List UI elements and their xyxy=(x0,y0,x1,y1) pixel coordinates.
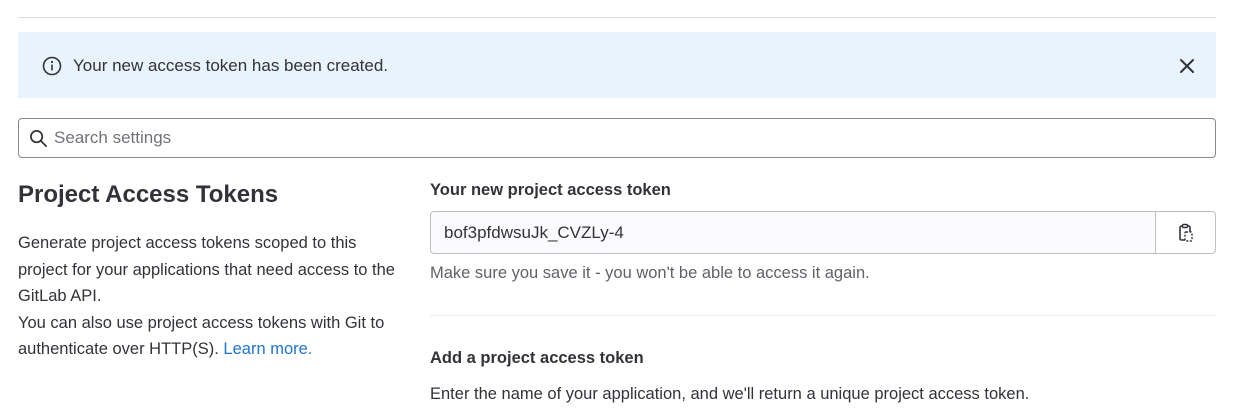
info-icon xyxy=(42,56,62,76)
settings-page: Your new access token has been created. … xyxy=(0,0,1251,409)
description-paragraph: Generate project access tokens scoped to… xyxy=(18,234,395,305)
close-icon[interactable] xyxy=(1178,57,1196,75)
page-title: Project Access Tokens xyxy=(18,181,279,208)
add-token-description: Enter the name of your application, and … xyxy=(430,385,1030,403)
search-icon xyxy=(30,130,47,147)
description-git-text: You can also use project access tokens w… xyxy=(18,313,385,359)
learn-more-link[interactable]: Learn more. xyxy=(223,340,312,358)
section-description: Generate project access tokens scoped to… xyxy=(18,230,398,363)
description-paragraph-git: You can also use project access tokens w… xyxy=(18,310,398,363)
success-alert: Your new access token has been created. xyxy=(18,32,1216,98)
top-divider xyxy=(18,17,1216,18)
clipboard-icon xyxy=(1178,223,1193,242)
search-input[interactable] xyxy=(54,119,1204,157)
section-divider xyxy=(430,315,1216,316)
token-field-group xyxy=(430,211,1216,254)
token-help-text: Make sure you save it - you won't be abl… xyxy=(430,264,870,282)
new-token-label: Your new project access token xyxy=(430,181,671,199)
token-input[interactable] xyxy=(430,211,1156,254)
copy-token-button[interactable] xyxy=(1156,211,1216,254)
add-token-title: Add a project access token xyxy=(430,349,644,367)
search-box xyxy=(18,118,1216,158)
alert-message: Your new access token has been created. xyxy=(73,56,389,75)
